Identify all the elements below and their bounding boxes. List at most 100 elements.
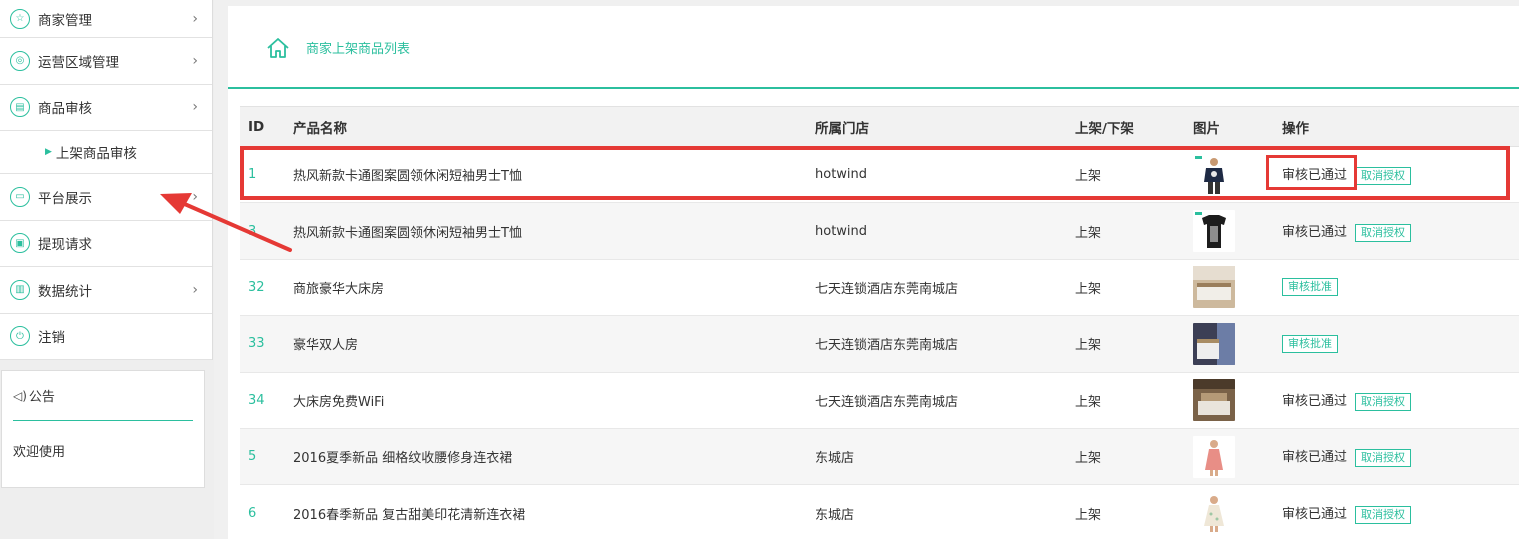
sidebar-item-statistics[interactable]: ▥ 数据统计 › [0, 267, 212, 314]
notice-title: 公告 [28, 390, 55, 405]
table-row: 6 2016春季新品 复古甜美印花清新连衣裙 东城店 上架 审核已通过 取消授权 [240, 484, 1519, 539]
cell-shop: hotwind [807, 146, 1067, 204]
product-image[interactable] [1193, 153, 1274, 196]
cell-operations: 审核已通过 取消授权 [1274, 146, 1519, 204]
product-image[interactable] [1193, 210, 1274, 253]
product-image[interactable] [1193, 322, 1274, 365]
table-row: 3 热风新款卡通图案圆领休闲短袖男士T恤 hotwind 上架 审核已通过 取消授权 [240, 202, 1519, 260]
col-header-operations: 操作 [1274, 106, 1519, 147]
table-row: 34 大床房免费WiFi 七天连锁酒店东莞南城店 上架 审核已通过 取消授权 [240, 372, 1519, 429]
sidebar-item-product-review[interactable]: ▤ 商品审核 › [0, 84, 212, 131]
star-icon: ☆ [10, 8, 30, 29]
sidebar-item-label: 提现请求 [38, 237, 92, 254]
notice-body: 欢迎使用 [13, 445, 66, 460]
cell-product-name: 豪华双人房 [285, 315, 807, 373]
cell-operations: 审核批准 [1274, 315, 1519, 373]
wallet-icon: ▣ [10, 233, 30, 254]
sidebar-item-label: 商品审核 [38, 101, 92, 118]
cell-product-name: 2016夏季新品 细格纹收腰修身连衣裙 [285, 428, 807, 486]
cell-operations: 审核批准 [1274, 259, 1519, 317]
cell-picture [1185, 484, 1274, 539]
review-status-text: 审核已通过 [1282, 506, 1348, 522]
cell-product-name: 大床房免费WiFi [285, 372, 807, 429]
table-row: 33 豪华双人房 七天连锁酒店东莞南城店 上架 审核批准 [240, 315, 1519, 373]
cell-id[interactable]: 34 [240, 372, 285, 429]
cell-product-name: 商旅豪华大床房 [285, 259, 807, 317]
cell-id[interactable]: 33 [240, 315, 285, 373]
location-pin-icon: ◎ [10, 50, 30, 71]
product-image[interactable] [1193, 379, 1274, 422]
cell-picture [1185, 428, 1274, 486]
sidebar-subitem-listing-review[interactable]: ▶ 上架商品审核 [0, 131, 212, 174]
review-status-text: 审核已通过 [1282, 168, 1348, 184]
table-row: 5 2016夏季新品 细格纹收腰修身连衣裙 东城店 上架 审核已通过 取消授权 [240, 428, 1519, 486]
col-header-shop: 所属门店 [807, 106, 1067, 147]
sidebar: ☆ 商家管理 › ◎ 运营区域管理 › ▤ 商品审核 › ▶ 上架商品审核 ▭ … [0, 0, 214, 539]
cell-shop: 东城店 [807, 484, 1067, 539]
revoke-auth-button[interactable]: 取消授权 [1355, 167, 1412, 186]
cell-product-name: 热风新款卡通图案圆领休闲短袖男士T恤 [285, 202, 807, 260]
sidebar-item-label: 运营区域管理 [38, 54, 119, 71]
cell-id[interactable]: 1 [240, 146, 285, 204]
chevron-right-icon: › [192, 188, 198, 205]
chevron-right-icon: › [192, 99, 198, 116]
product-image[interactable] [1193, 266, 1274, 309]
bar-chart-icon: ▥ [10, 279, 30, 300]
sidebar-menu: ☆ 商家管理 › ◎ 运营区域管理 › ▤ 商品审核 › ▶ 上架商品审核 ▭ … [0, 0, 213, 360]
cell-picture [1185, 259, 1274, 317]
cell-picture [1185, 202, 1274, 260]
chevron-right-icon: › [192, 52, 198, 69]
home-icon[interactable] [266, 36, 290, 60]
document-icon: ▤ [10, 97, 30, 118]
table-row: 32 商旅豪华大床房 七天连锁酒店东莞南城店 上架 审核批准 [240, 259, 1519, 317]
review-status-text: 审核已通过 [1282, 450, 1348, 466]
revoke-auth-button[interactable]: 取消授权 [1355, 392, 1412, 411]
chevron-right-icon: › [192, 10, 198, 27]
cell-id[interactable]: 6 [240, 484, 285, 539]
app-root: ☆ 商家管理 › ◎ 运营区域管理 › ▤ 商品审核 › ▶ 上架商品审核 ▭ … [0, 0, 1519, 539]
table-header-row: ID 产品名称 所属门店 上架/下架 图片 操作 [240, 106, 1519, 147]
breadcrumb: 商家上架商品列表 [228, 6, 1519, 89]
breadcrumb-current[interactable]: 商家上架商品列表 [306, 38, 410, 57]
product-image[interactable] [1193, 492, 1274, 535]
sidebar-item-region[interactable]: ◎ 运营区域管理 › [0, 38, 212, 85]
sidebar-item-logout[interactable]: ⏻ 注销 [0, 313, 212, 360]
notice-header: ◁) 公告 [13, 386, 55, 406]
cell-shop: 七天连锁酒店东莞南城店 [807, 315, 1067, 373]
cell-operations: 审核已通过 取消授权 [1274, 484, 1519, 539]
product-image[interactable] [1193, 435, 1274, 478]
sidebar-item-label: 数据统计 [38, 283, 92, 300]
main-panel: 商家上架商品列表 ID 产品名称 所属门店 上架/下架 图片 操作 1 热风新款卡… [228, 6, 1519, 539]
cell-shop: 东城店 [807, 428, 1067, 486]
cell-updown: 上架 [1067, 484, 1185, 539]
revoke-auth-button[interactable]: 取消授权 [1355, 505, 1412, 524]
cell-updown: 上架 [1067, 428, 1185, 486]
revoke-auth-button[interactable]: 取消授权 [1355, 449, 1412, 468]
cell-shop: 七天连锁酒店东莞南城店 [807, 372, 1067, 429]
cell-id[interactable]: 32 [240, 259, 285, 317]
revoke-auth-button[interactable]: 取消授权 [1355, 223, 1412, 242]
review-status-text: 审核已通过 [1282, 224, 1348, 240]
col-header-updown: 上架/下架 [1067, 106, 1185, 147]
col-header-name: 产品名称 [285, 106, 807, 147]
cell-picture [1185, 146, 1274, 204]
cell-id[interactable]: 5 [240, 428, 285, 486]
approve-review-button[interactable]: 审核批准 [1282, 334, 1338, 353]
cell-updown: 上架 [1067, 146, 1185, 204]
sidebar-item-label: 商家管理 [38, 12, 92, 29]
cell-operations: 审核已通过 取消授权 [1274, 428, 1519, 486]
approve-review-button[interactable]: 审核批准 [1282, 278, 1338, 297]
sidebar-item-label: 平台展示 [38, 190, 92, 207]
cell-id[interactable]: 3 [240, 202, 285, 260]
cell-updown: 上架 [1067, 372, 1185, 429]
cell-picture [1185, 372, 1274, 429]
display-icon: ▭ [10, 186, 30, 207]
sidebar-item-platform-display[interactable]: ▭ 平台展示 › [0, 174, 212, 221]
sidebar-item-withdraw[interactable]: ▣ 提现请求 [0, 220, 212, 267]
cell-updown: 上架 [1067, 202, 1185, 260]
cell-picture [1185, 315, 1274, 373]
product-table: ID 产品名称 所属门店 上架/下架 图片 操作 1 热风新款卡通图案圆领休闲短袖… [240, 106, 1519, 539]
review-status-text: 审核已通过 [1282, 393, 1348, 409]
cell-updown: 上架 [1067, 315, 1185, 373]
sidebar-item-merchant[interactable]: ☆ 商家管理 › [0, 0, 212, 38]
